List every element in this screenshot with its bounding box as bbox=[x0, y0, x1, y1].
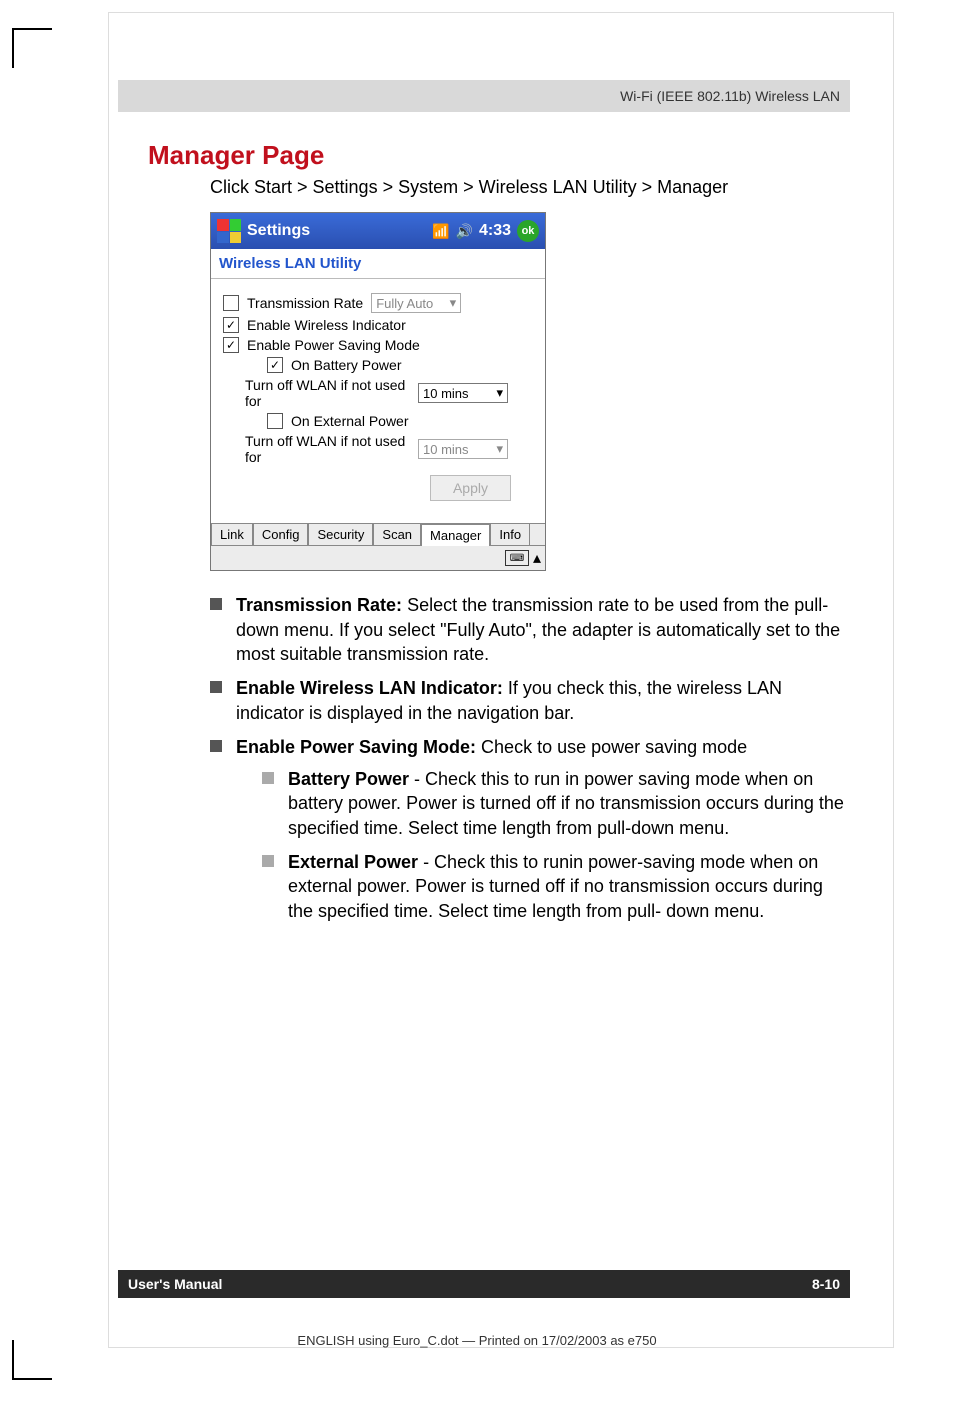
chevron-down-icon: ▾ bbox=[450, 295, 457, 311]
titlebar-time: 4:33 bbox=[479, 222, 511, 240]
antenna-icon[interactable]: 📶 bbox=[432, 223, 449, 240]
desc-indicator-title: Enable Wireless LAN Indicator: bbox=[236, 678, 503, 698]
titlebar: Settings 📶 🔊 4:33 ok bbox=[211, 213, 545, 249]
select-battery-timeout[interactable]: 10 mins▾ bbox=[418, 383, 508, 403]
chevron-up-icon[interactable]: ▴ bbox=[533, 548, 541, 568]
tab-link[interactable]: Link bbox=[211, 523, 253, 545]
select-tx-rate[interactable]: Fully Auto▾ bbox=[371, 293, 461, 313]
speaker-icon[interactable]: 🔊 bbox=[456, 223, 473, 240]
form-area: Transmission Rate Fully Auto▾ ✓ Enable W… bbox=[211, 279, 545, 523]
windows-flag-icon bbox=[217, 219, 241, 243]
tab-config[interactable]: Config bbox=[253, 523, 309, 545]
desc-external-title: External Power bbox=[288, 852, 418, 872]
titlebar-title: Settings bbox=[247, 222, 310, 240]
label-psm: Enable Power Saving Mode bbox=[247, 337, 420, 353]
tab-strip: Link Config Security Scan Manager Info bbox=[211, 523, 545, 545]
list-item: Enable Power Saving Mode: Check to use p… bbox=[210, 735, 850, 923]
tab-security[interactable]: Security bbox=[308, 523, 373, 545]
checkbox-wlan-indicator[interactable]: ✓ bbox=[223, 317, 239, 333]
label-wlan-indicator: Enable Wireless Indicator bbox=[247, 317, 406, 333]
app-title: Wireless LAN Utility bbox=[211, 249, 545, 279]
breadcrumb: Click Start > Settings > System > Wirele… bbox=[210, 177, 850, 198]
list-item: External Power - Check this to runin pow… bbox=[262, 850, 850, 923]
desc-psm-body: Check to use power saving mode bbox=[476, 737, 747, 757]
header-band: Wi-Fi (IEEE 802.11b) Wireless LAN bbox=[118, 80, 850, 112]
list-item: Battery Power - Check this to run in pow… bbox=[262, 767, 850, 840]
section-title: Wi-Fi (IEEE 802.11b) Wireless LAN bbox=[620, 88, 840, 104]
desc-tx-rate-title: Transmission Rate: bbox=[236, 595, 402, 615]
select-external-timeout[interactable]: 10 mins▾ bbox=[418, 439, 508, 459]
page-heading: Manager Page bbox=[148, 140, 850, 171]
tab-info[interactable]: Info bbox=[490, 523, 530, 545]
footer-right: 8-10 bbox=[812, 1276, 840, 1292]
label-external-timeout: Turn off WLAN if not used for bbox=[245, 433, 410, 465]
list-item: Transmission Rate: Select the transmissi… bbox=[210, 593, 850, 666]
print-note: ENGLISH using Euro_C.dot — Printed on 17… bbox=[0, 1333, 954, 1348]
label-tx-rate: Transmission Rate bbox=[247, 295, 363, 311]
checkbox-external[interactable] bbox=[267, 413, 283, 429]
label-battery-timeout: Turn off WLAN if not used for bbox=[245, 377, 410, 409]
ok-button[interactable]: ok bbox=[517, 220, 539, 242]
checkbox-battery[interactable]: ✓ bbox=[267, 357, 283, 373]
desc-psm-title: Enable Power Saving Mode: bbox=[236, 737, 476, 757]
screenshot-window: Settings 📶 🔊 4:33 ok Wireless LAN Utilit… bbox=[210, 212, 546, 571]
footer-band: User's Manual 8-10 bbox=[118, 1270, 850, 1298]
description-list: Transmission Rate: Select the transmissi… bbox=[210, 593, 850, 923]
keyboard-icon[interactable]: ⌨ bbox=[505, 550, 529, 566]
checkbox-tx-rate[interactable] bbox=[223, 295, 239, 311]
label-battery: On Battery Power bbox=[291, 357, 402, 373]
label-external: On External Power bbox=[291, 413, 409, 429]
footer-left: User's Manual bbox=[128, 1276, 222, 1292]
content-area: Manager Page Click Start > Settings > Sy… bbox=[148, 140, 850, 933]
crop-mark-top-left bbox=[12, 28, 52, 68]
tab-manager[interactable]: Manager bbox=[421, 524, 490, 546]
desc-battery-title: Battery Power bbox=[288, 769, 409, 789]
apply-button[interactable]: Apply bbox=[430, 475, 511, 501]
list-item: Enable Wireless LAN Indicator: If you ch… bbox=[210, 676, 850, 725]
taskbar: ⌨ ▴ bbox=[211, 545, 545, 570]
tab-scan[interactable]: Scan bbox=[373, 523, 421, 545]
chevron-down-icon: ▾ bbox=[496, 441, 503, 457]
checkbox-psm[interactable]: ✓ bbox=[223, 337, 239, 353]
chevron-down-icon: ▾ bbox=[496, 385, 503, 401]
